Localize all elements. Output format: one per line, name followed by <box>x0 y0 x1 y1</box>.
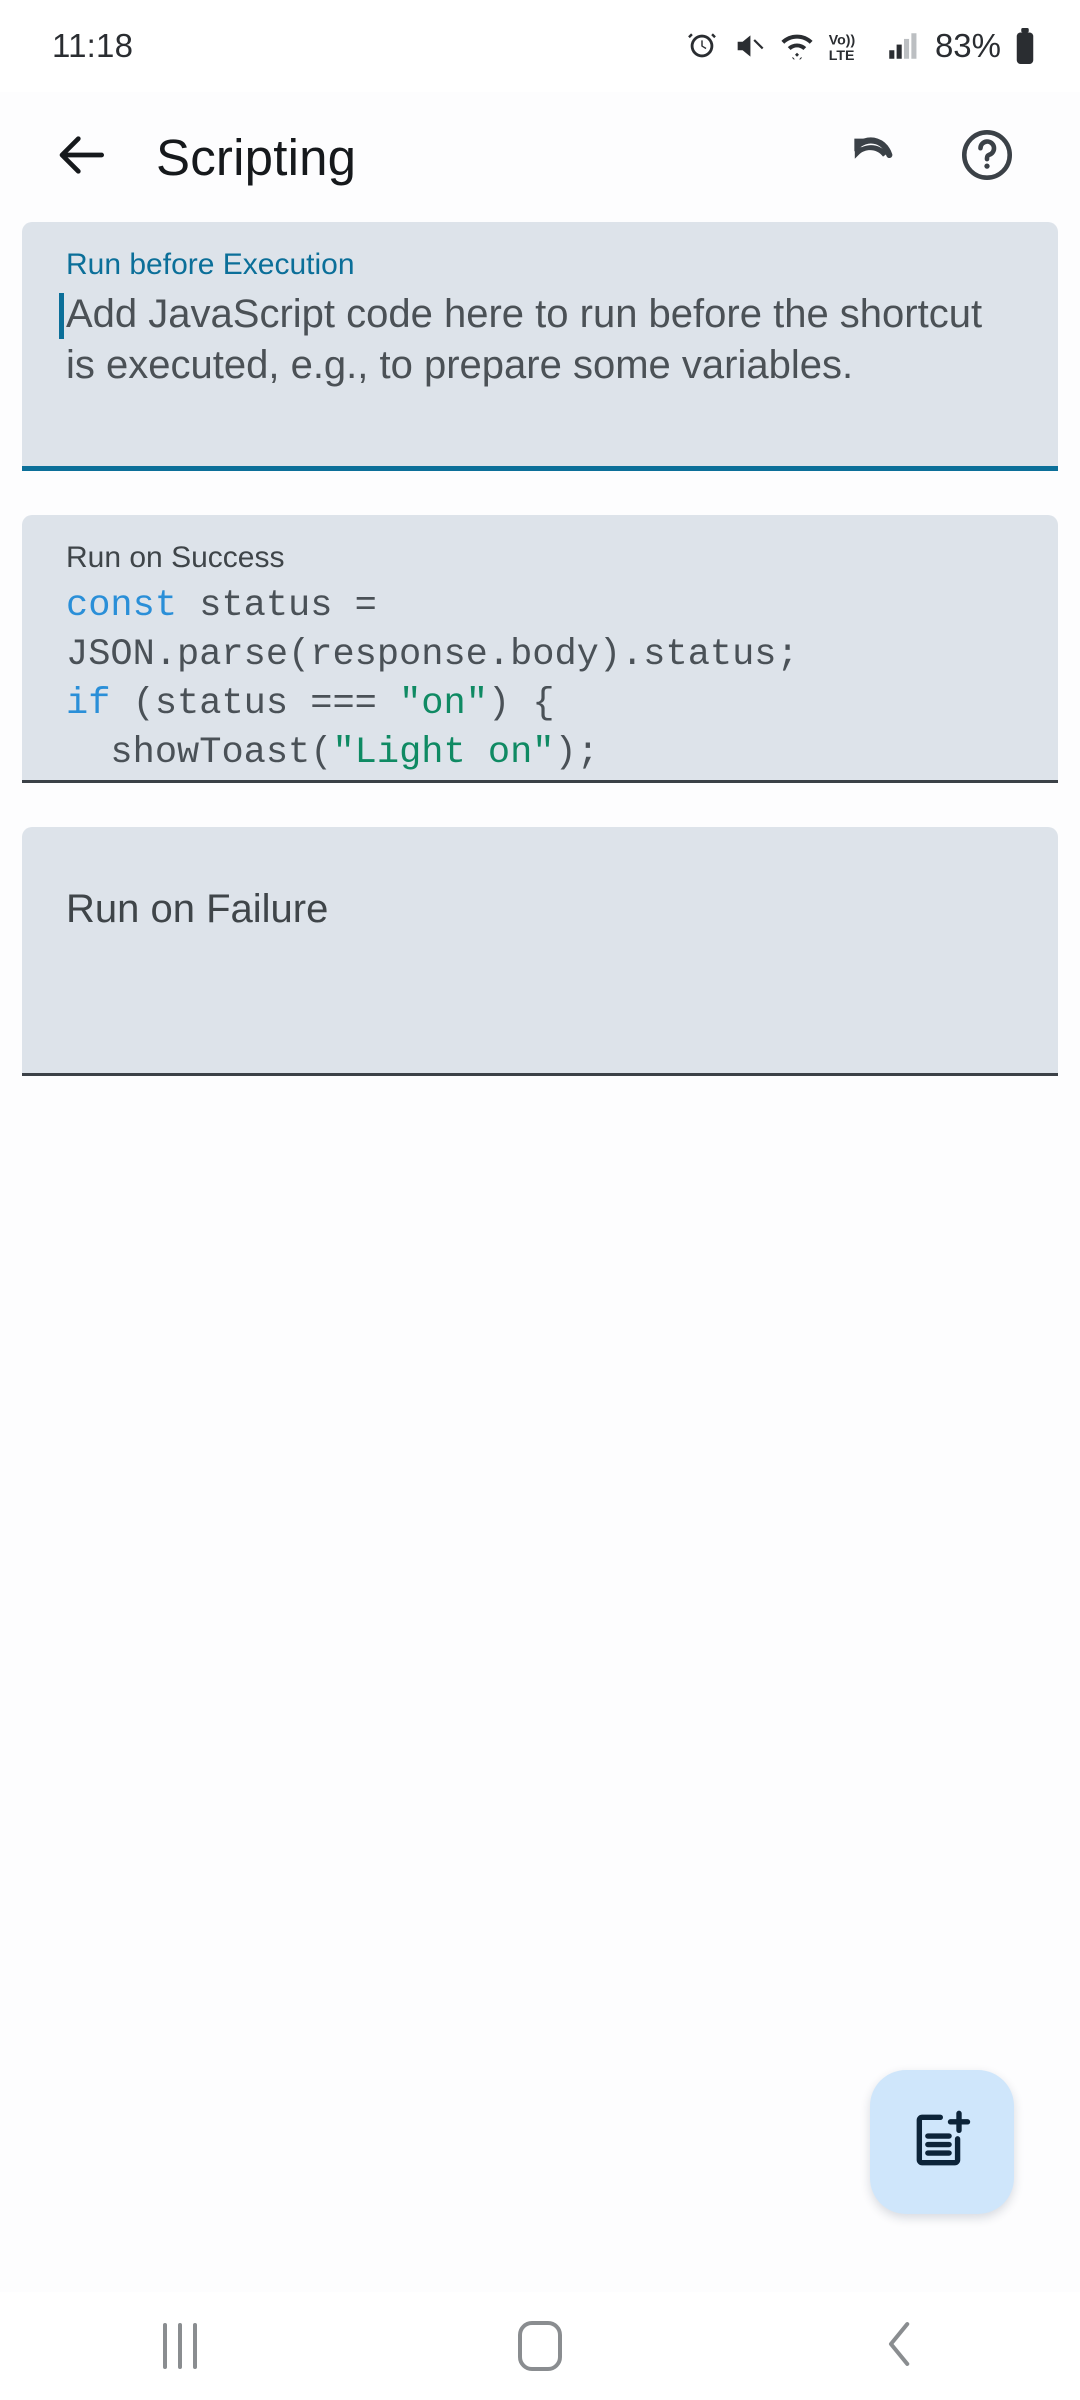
arrow-left-icon <box>55 127 111 188</box>
field-run-on-success[interactable]: Run on Success const status = JSON.parse… <box>22 515 1058 780</box>
field-gap-2 <box>0 783 1080 827</box>
help-circle-icon <box>958 126 1016 189</box>
add-script-fab[interactable] <box>870 2070 1014 2214</box>
nav-back-button[interactable] <box>840 2306 960 2386</box>
post-add-icon <box>908 2106 976 2179</box>
field-label-run-on-failure: Run on Failure <box>66 887 329 931</box>
wifi-icon <box>779 29 815 63</box>
undo-button[interactable] <box>842 126 904 188</box>
svg-text:LTE: LTE <box>829 48 855 63</box>
field-gap-1 <box>0 471 1080 515</box>
volte-icon: Vo)) LTE <box>828 29 872 63</box>
home-icon <box>518 2321 562 2371</box>
recents-button[interactable] <box>120 2306 240 2386</box>
scripting-fields: Run before Execution Add JavaScript code… <box>0 222 1080 1076</box>
field-run-before-execution[interactable]: Run before Execution Add JavaScript code… <box>22 222 1058 466</box>
status-bar: 11:18 Vo)) LTE 83% <box>0 0 1080 92</box>
field-code-run-on-success: const status = JSON.parse(response.body)… <box>66 584 799 775</box>
text-caret <box>59 292 64 339</box>
undo-icon <box>845 127 901 188</box>
field-label-run-on-success: Run on Success <box>66 541 285 574</box>
status-time: 11:18 <box>52 27 134 64</box>
signal-icon <box>885 29 919 63</box>
recents-icon <box>163 2323 197 2369</box>
app-bar-actions <box>842 126 1018 188</box>
alarm-icon <box>685 29 719 63</box>
svg-text:Vo)): Vo)) <box>829 33 856 49</box>
back-button[interactable] <box>52 126 114 188</box>
app-bar: Scripting <box>0 92 1080 222</box>
back-chevron-icon <box>877 2315 923 2378</box>
system-navigation-bar <box>0 2292 1080 2400</box>
mute-icon <box>732 29 766 63</box>
home-button[interactable] <box>480 2306 600 2386</box>
field-run-on-failure[interactable]: Run on Failure <box>22 827 1058 1073</box>
field-underline-run-on-failure <box>22 1073 1058 1076</box>
help-button[interactable] <box>956 126 1018 188</box>
field-placeholder-run-before-execution: Add JavaScript code here to run before t… <box>59 289 1014 391</box>
battery-icon <box>1014 28 1036 64</box>
status-icon-group: Vo)) LTE 83% <box>685 27 1036 65</box>
screen-root: 11:18 Vo)) LTE 83% Scripting Run before … <box>0 0 1080 2400</box>
field-label-run-before-execution: Run before Execution <box>66 248 355 281</box>
page-title: Scripting <box>156 128 357 186</box>
battery-percent-label: 83% <box>934 27 1001 64</box>
